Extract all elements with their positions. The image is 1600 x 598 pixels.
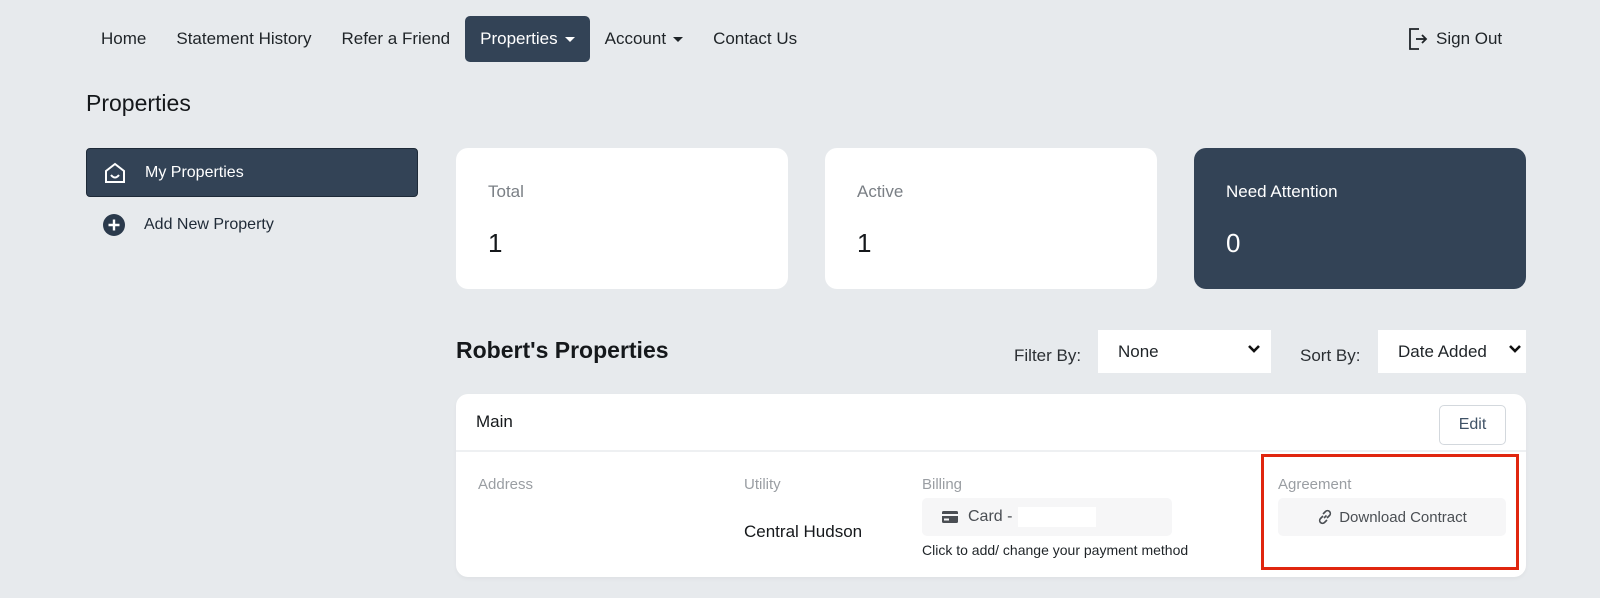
nav-home[interactable]: Home <box>86 16 161 62</box>
nav-properties[interactable]: Properties <box>465 16 590 62</box>
address-label: Address <box>478 476 534 493</box>
home-icon <box>101 159 129 187</box>
nav-contact-label: Contact Us <box>713 29 798 48</box>
nav-statement-history[interactable]: Statement History <box>161 16 326 62</box>
stat-value: 1 <box>488 228 503 258</box>
property-name: Main <box>476 412 513 431</box>
sort-by-select[interactable]: Date Added <box>1378 330 1526 373</box>
edit-label: Edit <box>1458 416 1487 433</box>
stat-label: Need Attention <box>1226 182 1338 201</box>
payment-method-button[interactable]: Card - <box>922 498 1172 536</box>
caret-down-icon <box>673 36 684 42</box>
link-icon <box>1319 509 1332 525</box>
sidebar-item-label: Add New Property <box>144 215 274 233</box>
billing-hint[interactable]: Click to add/ change your payment method <box>922 542 1188 558</box>
edit-button[interactable]: Edit <box>1439 405 1506 445</box>
stat-label: Active <box>857 182 904 201</box>
sidebar-item-my-properties[interactable]: My Properties <box>86 148 418 197</box>
sort-by-label: Sort By: <box>1300 346 1361 365</box>
billing-label: Billing <box>922 476 963 493</box>
nav-contact-us[interactable]: Contact Us <box>698 16 812 62</box>
download-contract-button[interactable]: Download Contract <box>1278 498 1506 536</box>
download-contract-label: Download Contract <box>1339 508 1467 526</box>
page-title: Properties <box>86 90 191 116</box>
stat-value: 1 <box>857 228 872 258</box>
plus-circle-icon <box>100 211 128 239</box>
property-card-header: Main Edit <box>456 394 1526 452</box>
filter-by-label: Filter By: <box>1014 346 1082 365</box>
nav-properties-label: Properties <box>480 29 558 48</box>
sign-out-icon <box>1409 28 1428 50</box>
sign-out-button[interactable]: Sign Out <box>1408 16 1502 62</box>
nav-account-label: Account <box>604 29 667 48</box>
chevron-down-icon <box>1509 345 1521 353</box>
chevron-down-icon <box>1248 345 1260 353</box>
section-title: Robert's Properties <box>456 337 669 363</box>
stat-value: 0 <box>1226 228 1241 258</box>
card-number-redacted <box>1018 507 1097 527</box>
nav-refer-label: Refer a Friend <box>341 29 451 48</box>
nav-statement-history-label: Statement History <box>176 29 312 48</box>
address-value-redacted <box>478 510 678 530</box>
stat-card-need-attention[interactable]: Need Attention 0 <box>1194 148 1526 289</box>
credit-card-icon <box>942 511 958 523</box>
filter-by-value: None <box>1118 341 1159 361</box>
utility-value: Central Hudson <box>744 522 863 541</box>
caret-down-icon <box>564 36 575 42</box>
sort-by-value: Date Added <box>1398 341 1487 361</box>
property-card: Main Edit Address Utility Central Hudson… <box>456 394 1526 577</box>
sidebar-item-add-new-property[interactable]: Add New Property <box>86 200 418 249</box>
sign-out-label: Sign Out <box>1436 29 1503 48</box>
card-label: Card - <box>968 508 1013 525</box>
agreement-label: Agreement <box>1278 476 1352 493</box>
stat-label: Total <box>488 182 524 201</box>
stat-card-total: Total 1 <box>456 148 788 289</box>
sidebar-item-label: My Properties <box>145 163 244 181</box>
stat-card-active: Active 1 <box>825 148 1157 289</box>
nav-refer-a-friend[interactable]: Refer a Friend <box>326 16 465 62</box>
utility-label: Utility <box>744 476 781 493</box>
top-nav: Home Statement History Refer a Friend Pr… <box>86 16 812 62</box>
nav-home-label: Home <box>101 29 147 48</box>
nav-account[interactable]: Account <box>590 16 698 62</box>
filter-by-select[interactable]: None <box>1098 330 1271 373</box>
